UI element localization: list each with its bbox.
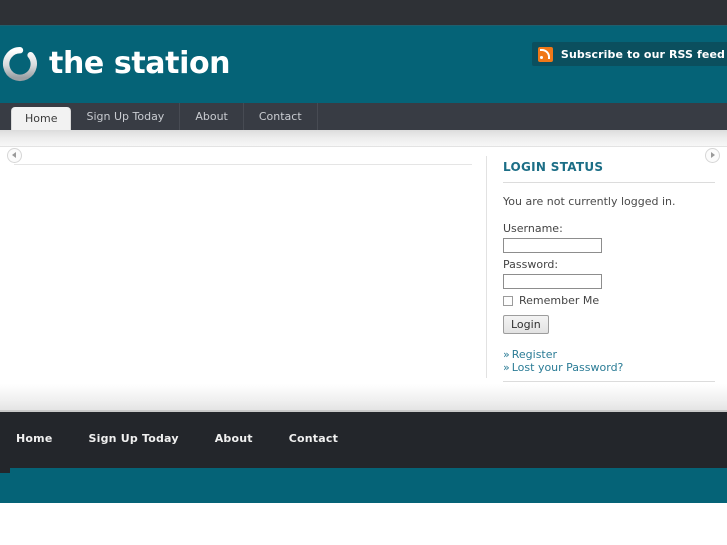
remember-me-checkbox[interactable] bbox=[503, 295, 513, 306]
nav-item-home[interactable]: Home bbox=[11, 107, 72, 130]
register-link[interactable]: » Register bbox=[503, 348, 715, 361]
login-status-title: LOGIN STATUS bbox=[503, 160, 604, 174]
content-area: LOGIN STATUS You are not currently logge… bbox=[0, 148, 727, 384]
footer-gradient bbox=[0, 384, 727, 411]
bottom-bar-notch bbox=[0, 468, 10, 473]
footer-item-contact-label: Contact bbox=[288, 432, 339, 445]
password-label: Password: bbox=[503, 258, 559, 271]
site-header: the station Subscribe to our RSS feed bbox=[0, 26, 727, 103]
nav-item-about-label: About bbox=[195, 110, 228, 123]
lost-password-label: Lost your Password? bbox=[511, 361, 624, 374]
sidebar: LOGIN STATUS You are not currently logge… bbox=[503, 160, 715, 382]
ring-logo-icon bbox=[2, 46, 38, 82]
rss-feed-icon bbox=[537, 46, 553, 62]
register-chevron-icon: » bbox=[503, 348, 510, 361]
footer-navigation: Home Sign Up Today About Contact bbox=[16, 432, 338, 445]
nav-item-home-label: Home bbox=[25, 112, 58, 125]
login-status-text: You are not currently logged in. bbox=[503, 195, 676, 208]
carousel-prev-button[interactable] bbox=[7, 148, 22, 163]
lost-password-chevron-icon: » bbox=[503, 361, 510, 374]
site-logo[interactable]: the station bbox=[2, 46, 231, 82]
footer-item-home[interactable]: Home bbox=[16, 432, 53, 445]
lost-password-link[interactable]: » Lost your Password? bbox=[503, 361, 715, 374]
page-background-bottom bbox=[0, 503, 727, 545]
main-navigation: Home Sign Up Today About Contact bbox=[0, 103, 727, 130]
login-widget-bottom-divider bbox=[503, 381, 715, 382]
username-input[interactable] bbox=[503, 238, 602, 253]
sub-nav-gradient bbox=[0, 130, 727, 147]
nav-item-about[interactable]: About bbox=[180, 103, 244, 130]
login-button[interactable]: Login bbox=[503, 315, 549, 334]
rss-subscribe-label: Subscribe to our RSS feed bbox=[560, 47, 725, 61]
main-content-body bbox=[14, 165, 472, 345]
login-links: » Register » Lost your Password? bbox=[503, 348, 715, 374]
remember-me-label: Remember Me bbox=[519, 294, 600, 307]
footer-item-about[interactable]: About bbox=[215, 432, 253, 445]
bottom-bar bbox=[0, 468, 727, 503]
footer-item-sign-up-today[interactable]: Sign Up Today bbox=[89, 432, 179, 445]
nav-item-sign-up-today[interactable]: Sign Up Today bbox=[71, 103, 181, 130]
nav-item-contact[interactable]: Contact bbox=[244, 103, 318, 130]
top-bar bbox=[0, 0, 727, 26]
login-widget-divider bbox=[503, 182, 715, 183]
footer-item-home-label: Home bbox=[16, 432, 53, 445]
nav-item-contact-label: Contact bbox=[258, 110, 302, 123]
page-root: the station Subscribe to our RSS feed Ho… bbox=[0, 0, 727, 545]
register-label: Register bbox=[511, 348, 558, 361]
arrow-left-icon bbox=[12, 152, 16, 158]
footer-item-contact[interactable]: Contact bbox=[289, 432, 338, 445]
nav-list: Home Sign Up Today About Contact bbox=[11, 103, 318, 130]
password-input[interactable] bbox=[503, 274, 602, 289]
main-column bbox=[14, 164, 472, 345]
remember-me-row[interactable]: Remember Me bbox=[503, 294, 715, 307]
nav-item-sign-up-today-label: Sign Up Today bbox=[86, 110, 165, 123]
site-title: the station bbox=[49, 46, 231, 81]
rss-subscribe-button[interactable]: Subscribe to our RSS feed bbox=[531, 42, 727, 66]
site-footer: Home Sign Up Today About Contact bbox=[0, 412, 727, 468]
username-label: Username: bbox=[503, 222, 563, 235]
footer-item-sign-up-today-label: Sign Up Today bbox=[88, 432, 179, 445]
column-divider bbox=[486, 156, 487, 378]
footer-item-about-label: About bbox=[214, 432, 253, 445]
arrow-right-icon bbox=[710, 152, 715, 158]
